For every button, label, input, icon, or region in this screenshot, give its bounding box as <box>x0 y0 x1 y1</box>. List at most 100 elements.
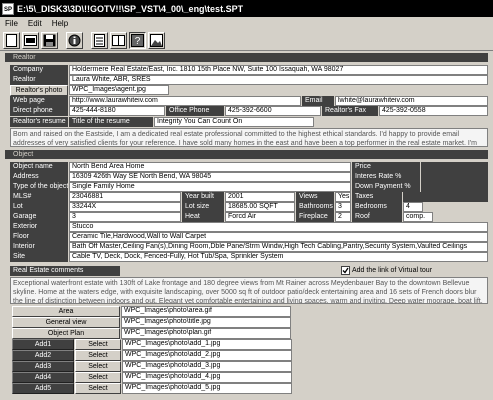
open-doc-icon[interactable] <box>22 31 39 49</box>
realtor-photo-button[interactable]: Realtor's photo <box>10 85 68 96</box>
realtor-section-header: Realtor <box>5 53 488 62</box>
mls-label: MLS# <box>10 192 68 202</box>
object-name-label: Object name <box>10 162 68 172</box>
lot-size-label: Lot size <box>182 202 224 212</box>
roof-field[interactable]: comp. <box>403 212 433 222</box>
comments-label: Real Estate comments <box>10 266 120 276</box>
comments-textarea[interactable]: Exceptional waterfront estate with 130ft… <box>10 277 488 304</box>
exterior-field[interactable]: Stucco <box>69 222 488 232</box>
fax-label: Realtor's Fax <box>322 106 378 116</box>
menu-bar: File Edit Help <box>0 17 493 30</box>
checkmark-icon <box>342 267 349 274</box>
doc-icon[interactable] <box>91 31 108 49</box>
select-button-3[interactable]: Select <box>75 361 121 372</box>
bedrooms-field[interactable]: 4 <box>403 202 423 212</box>
add1-label: Add1 <box>12 339 74 350</box>
add3-label: Add3 <box>12 361 74 372</box>
select-button-5[interactable]: Select <box>75 383 121 394</box>
resume-label: Realtor's resume <box>10 117 68 127</box>
down-payment-field[interactable] <box>421 182 488 192</box>
interior-label: Interior <box>10 242 68 252</box>
address-field[interactable]: 16309 426th Way SE North Bend, WA 98045 <box>69 172 351 182</box>
views-label: Views <box>296 192 334 202</box>
heat-field[interactable]: Forcd Air <box>225 212 295 222</box>
menu-edit[interactable]: Edit <box>23 19 47 28</box>
virtual-tour-checkbox[interactable] <box>341 266 350 275</box>
realtor-field[interactable]: Laura White, ABR, SRES <box>69 75 488 85</box>
fireplace-label: Fireplace <box>296 212 334 222</box>
add2-label: Add2 <box>12 350 74 361</box>
fireplace-field[interactable]: 2 <box>335 212 351 222</box>
bedrooms-label: Bedrooms <box>352 202 402 212</box>
price-field[interactable] <box>421 162 488 172</box>
lot-label: Lot <box>10 202 68 212</box>
fax-field[interactable]: 425-392-0558 <box>379 106 488 116</box>
select-button-2[interactable]: Select <box>75 350 121 361</box>
resume-title-label: Title of the resume <box>69 117 153 127</box>
object-type-label: Type of the object <box>10 182 68 192</box>
book-icon[interactable] <box>110 31 127 49</box>
add3-path[interactable]: WPC_Images\photo\add_3.jpg <box>122 361 292 372</box>
email-field[interactable]: lwhite@laurawhiteiv.com <box>335 96 488 106</box>
add4-label: Add4 <box>12 372 74 383</box>
help-icon[interactable]: ? <box>129 31 146 49</box>
object-plan-button[interactable]: Object Plan <box>12 328 120 339</box>
office-phone-field[interactable]: 425-392-6600 <box>225 106 321 116</box>
add2-path[interactable]: WPC_Images\photo\add_2.jpg <box>122 350 292 361</box>
company-field[interactable]: Holdermere Real Estate/East, Inc. 1810 1… <box>69 65 488 75</box>
taxes-field[interactable] <box>403 192 488 202</box>
menu-help[interactable]: Help <box>47 19 73 28</box>
add1-path[interactable]: WPC_Images\photo\add_1.jpg <box>122 339 292 350</box>
object-type-field[interactable]: Single Family Home <box>69 182 351 192</box>
general-view-path[interactable]: WPC_Images\photo\title.jpg <box>121 317 291 328</box>
realtor-label: Realtor <box>10 75 68 85</box>
menu-file[interactable]: File <box>0 19 23 28</box>
email-label: Email <box>302 96 334 106</box>
views-field[interactable]: Yes <box>335 192 351 202</box>
info-icon[interactable] <box>66 31 83 49</box>
add5-label: Add5 <box>12 383 74 394</box>
select-button-4[interactable]: Select <box>75 372 121 383</box>
site-label: Site <box>10 252 68 262</box>
taxes-label: Taxes <box>352 192 402 202</box>
bathrooms-field[interactable]: 3 <box>335 202 351 212</box>
object-plan-path[interactable]: WPC_Images\photo\plan.gif <box>121 328 291 339</box>
office-phone-label: Office Phone <box>166 106 224 116</box>
interior-field[interactable]: Bath Off Master,Ceiling Fan(s),Dining Ro… <box>69 242 488 252</box>
site-field[interactable]: Cable TV, Deck, Dock, Fenced-Fully, Hot … <box>69 252 488 262</box>
new-doc-icon[interactable] <box>3 31 20 49</box>
direct-phone-field[interactable]: 425-444-8180 <box>69 106 165 116</box>
add5-path[interactable]: WPC_Images\photo\add_5.jpg <box>122 383 292 394</box>
lot-field[interactable]: 33244X <box>69 202 181 212</box>
general-view-button[interactable]: General view <box>12 317 120 328</box>
direct-phone-label: Direct phone <box>10 106 68 116</box>
year-built-field[interactable]: 2001 <box>225 192 295 202</box>
garage-field[interactable]: 3 <box>69 212 181 222</box>
resume-textarea[interactable]: Born and raised on the Eastside, I am a … <box>10 128 488 147</box>
svg-text:?: ? <box>135 36 141 47</box>
heat-label: Heat <box>182 212 224 222</box>
realtor-photo-path[interactable]: WPC_Images\agent.jpg <box>69 85 169 95</box>
save-icon[interactable] <box>41 31 58 49</box>
company-label: Company <box>10 65 68 75</box>
mls-field[interactable]: 23046881 <box>69 192 181 202</box>
floor-field[interactable]: Ceramic Tile,Hardwood,Wall to Wall Carpe… <box>69 232 488 242</box>
bathrooms-label: Bathrooms <box>296 202 334 212</box>
select-button-1[interactable]: Select <box>75 339 121 350</box>
resume-title-field[interactable]: Integrity You Can Count On <box>154 117 314 127</box>
object-name-field[interactable]: North Bend Area Home <box>69 162 351 172</box>
area-path[interactable]: WPC_Images\photo\area.gif <box>121 306 291 317</box>
image-icon[interactable] <box>148 31 165 49</box>
app-icon[interactable]: SP <box>2 2 14 15</box>
interest-rate-field[interactable] <box>421 172 488 182</box>
title-bar: SP E:\5\_DISK3\3D\!!GOTV!!\SP_VST\4_00\_… <box>0 0 493 17</box>
web-page-field[interactable]: http://www.laurawhiteiv.com <box>69 96 301 106</box>
year-built-label: Year built <box>182 192 224 202</box>
toolbar: ? <box>0 30 493 51</box>
add4-path[interactable]: WPC_Images\photo\add_4.jpg <box>122 372 292 383</box>
exterior-label: Exterior <box>10 222 68 232</box>
lot-size-field[interactable]: 18685.00 SQFT <box>225 202 295 212</box>
area-button[interactable]: Area <box>12 306 120 317</box>
object-section-header: Object <box>5 150 488 159</box>
virtual-tour-label: Add the link of Virtual tour <box>352 267 433 274</box>
